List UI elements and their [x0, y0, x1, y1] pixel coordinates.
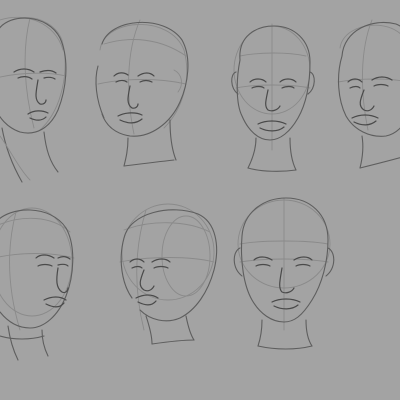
- head-sketch-6: [119, 203, 218, 345]
- head-sketch-5: [0, 207, 75, 361]
- head-sketch-3: [231, 23, 315, 172]
- head-study-sheet: [0, 16, 400, 361]
- head-sketch-2: [95, 19, 189, 167]
- sketch-canvas: [0, 0, 400, 400]
- head-sketch-4: [337, 19, 400, 169]
- head-sketch-1: [0, 16, 67, 183]
- head-sketch-7: [233, 197, 335, 350]
